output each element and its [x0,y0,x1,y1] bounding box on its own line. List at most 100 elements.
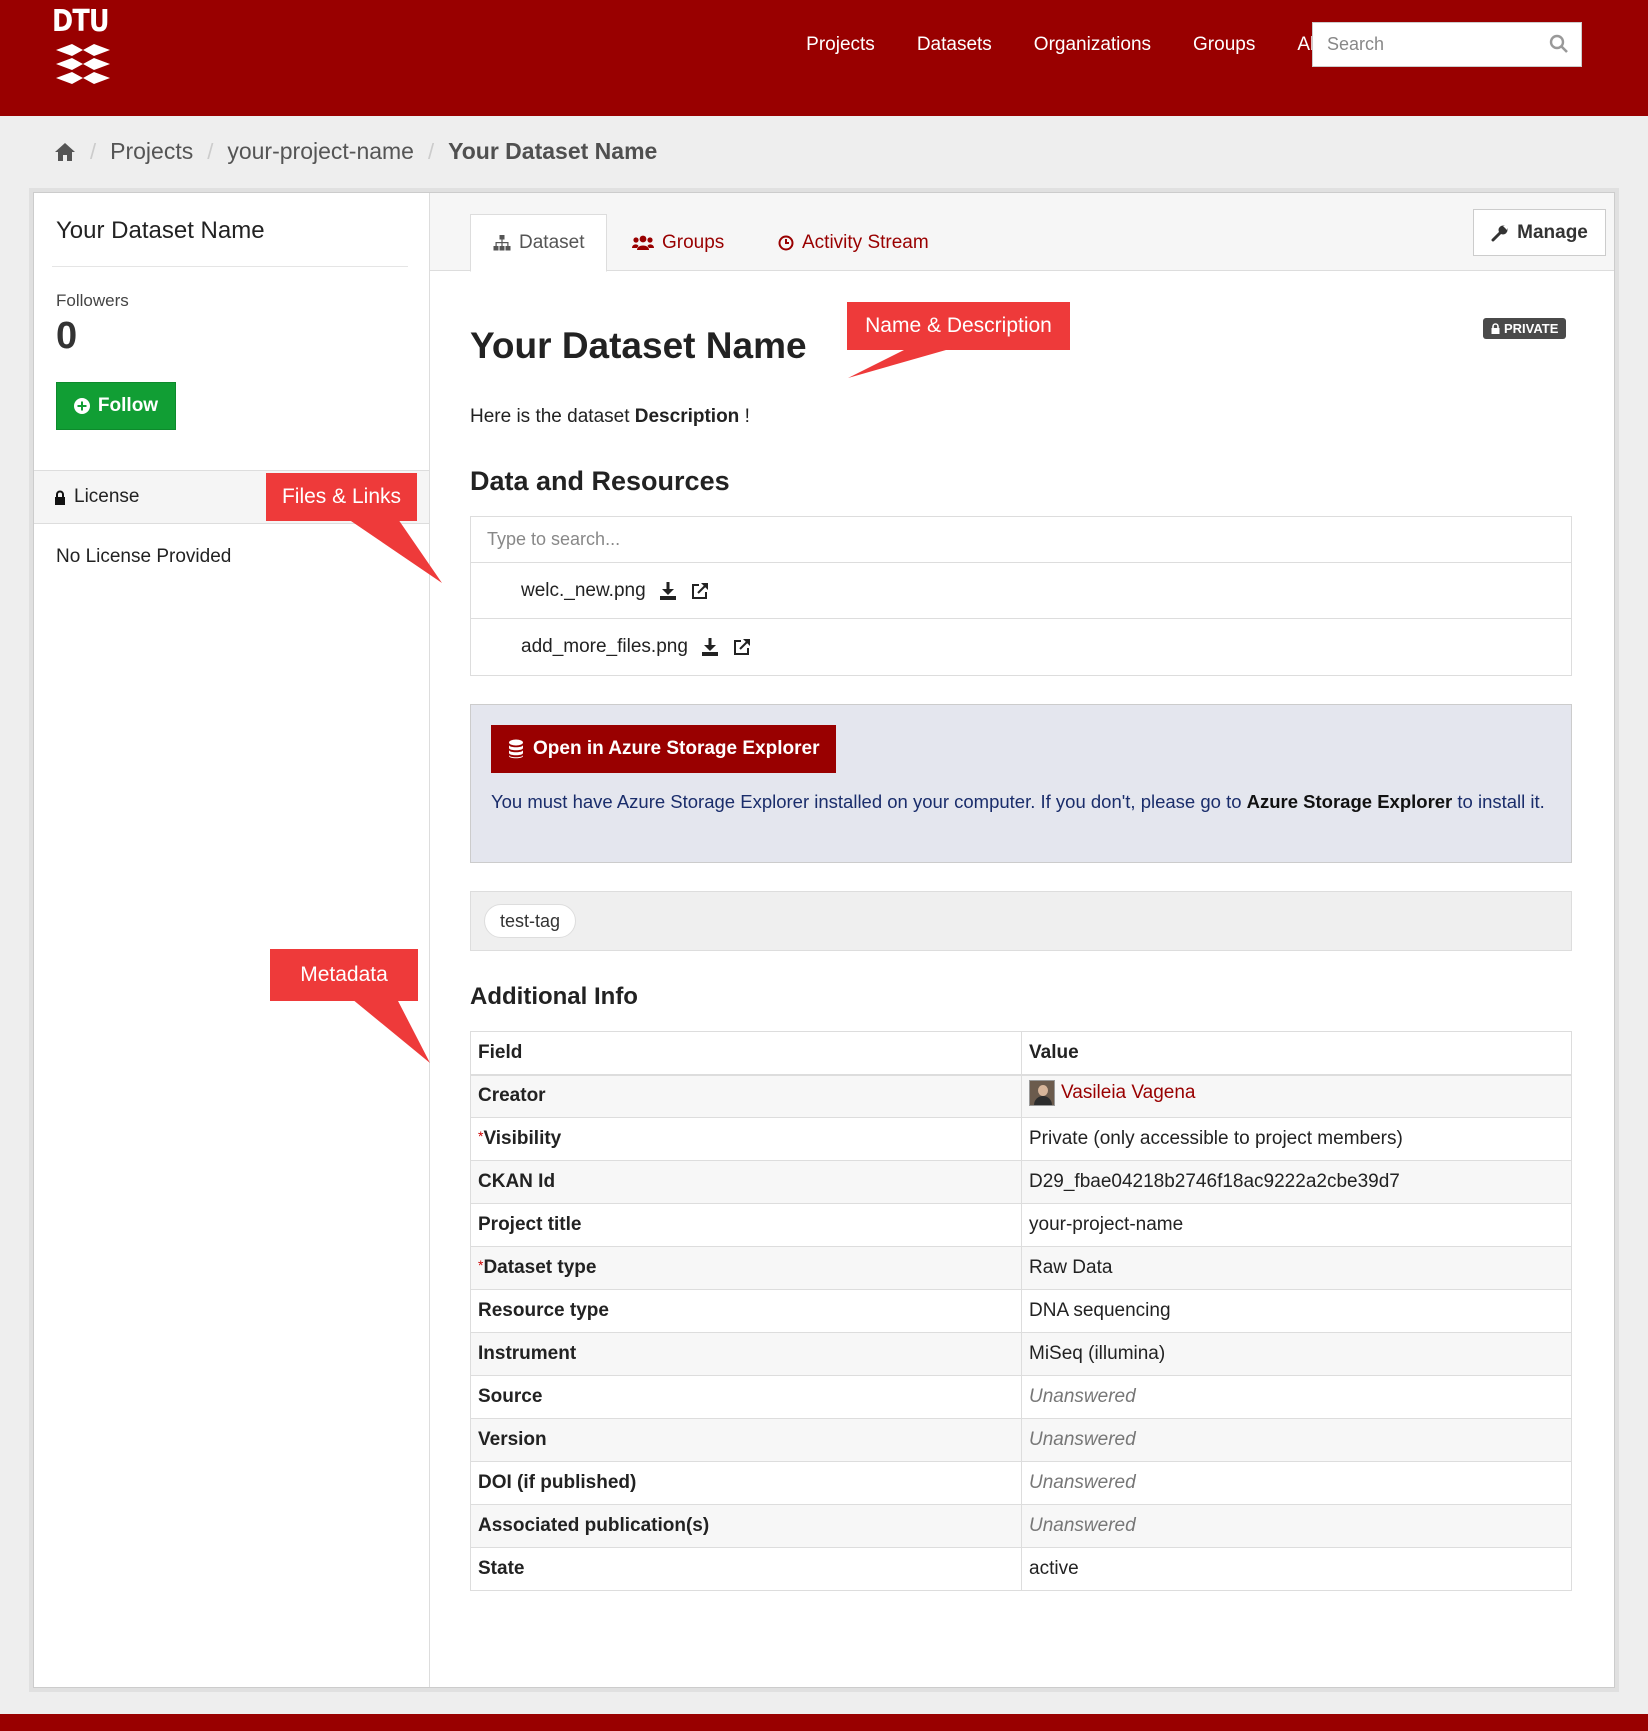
value-cell: D29_fbae04218b2746f18ac9222a2cbe39d7 [1021,1160,1572,1204]
breadcrumb-project[interactable]: your-project-name [227,138,414,165]
field-cell: *Visibility [470,1117,1022,1161]
content-wrapper: Your Dataset Name Followers 0 Follow Lic… [33,192,1615,1688]
field-cell: Associated publication(s) [470,1504,1022,1548]
value-cell: Private (only accessible to project memb… [1021,1117,1572,1161]
field-cell: Creator [470,1074,1022,1118]
azure-note: You must have Azure Storage Explorer ins… [491,788,1551,816]
callout-pointer [348,519,442,583]
nav-organizations[interactable]: Organizations [1013,30,1172,60]
description-bold: Description [634,406,740,427]
nav-projects[interactable]: Projects [785,30,896,60]
creator-link[interactable]: Vasileia Vagena [1029,1080,1196,1107]
lock-icon [55,490,65,505]
resource-name[interactable]: welc._new.png [521,580,646,602]
breadcrumb-separator: / [90,138,97,164]
field-cell: Instrument [470,1332,1022,1376]
table-row: Creator Vasileia Vagena [470,1074,1572,1118]
search-input[interactable] [1313,23,1581,66]
license-heading-label: License [74,486,140,507]
field-cell: Project title [470,1203,1022,1247]
description-suffix: ! [739,406,750,427]
sidebar-title: Your Dataset Name [56,217,265,244]
table-row: Associated publication(s) Unanswered [470,1504,1572,1548]
table-row: *Dataset type Raw Data [470,1246,1572,1290]
breadcrumb-separator: / [427,138,435,164]
followers-label: Followers [56,291,129,310]
plus-circle-icon [73,398,90,414]
tab-activity-label: Activity Stream [802,232,929,253]
main-nav: Projects Datasets Organizations Groups A… [785,30,1368,60]
value-cell: DNA sequencing [1021,1289,1572,1333]
external-link-icon[interactable] [732,637,752,657]
table-row: Source Unanswered [470,1375,1572,1419]
open-azure-button[interactable]: Open in Azure Storage Explorer [491,725,837,773]
dataset-description: Here is the dataset Description ! [470,406,750,428]
table-row: DOI (if published) Unanswered [470,1461,1572,1505]
sidebar: Your Dataset Name Followers 0 Follow Lic… [34,193,430,1687]
site-search [1312,22,1582,67]
additional-info-table: Field Value Creator Vasileia Vagena *Vis… [470,1031,1572,1591]
dataset-title: Your Dataset Name [470,325,807,366]
search-icon[interactable] [1549,34,1569,54]
tab-activity-stream[interactable]: Activity Stream [756,214,951,272]
resource-search-input[interactable] [487,529,1555,550]
nav-datasets[interactable]: Datasets [896,30,1013,60]
breadcrumb-projects[interactable]: Projects [110,138,193,165]
description-prefix: Here is the dataset [470,406,635,427]
sitemap-icon [493,235,511,251]
field-label: Visibility [483,1128,562,1149]
callout-pointer [848,348,953,378]
additional-info-heading: Additional Info [470,983,638,1010]
avatar [1029,1080,1055,1107]
column-header: Value [1021,1031,1572,1076]
table-row: Resource type DNA sequencing [470,1289,1572,1333]
download-icon[interactable] [658,581,678,601]
azure-note-suffix: to install it. [1452,791,1545,812]
creator-name: Vasileia Vagena [1061,1082,1196,1104]
breadcrumb: / Projects / your-project-name / Your Da… [54,138,657,165]
manage-button[interactable]: Manage [1473,209,1606,256]
field-cell: Resource type [470,1289,1022,1333]
azure-note-prefix: You must have Azure Storage Explorer ins… [491,791,1247,812]
database-icon [509,739,523,759]
value-cell: MiSeq (illumina) [1021,1332,1572,1376]
field-cell: Version [470,1418,1022,1462]
value-cell: Unanswered [1021,1461,1572,1505]
download-icon[interactable] [700,637,720,657]
field-cell: CKAN Id [470,1160,1022,1204]
tag[interactable]: test-tag [484,904,577,938]
breadcrumb-current[interactable]: Your Dataset Name [448,138,657,165]
divider [52,266,408,267]
tag-list: test-tag [470,891,1572,951]
azure-explorer-link[interactable]: Azure Storage Explorer [1247,791,1453,812]
follow-button[interactable]: Follow [56,382,176,430]
wrench-icon [1491,225,1508,241]
home-icon[interactable] [54,142,76,162]
table-row: Instrument MiSeq (illumina) [470,1332,1572,1376]
callout-name-description: Name & Description [847,302,1070,350]
table-row: *Visibility Private (only accessible to … [470,1117,1572,1161]
column-header: Field [470,1031,1022,1076]
field-cell: DOI (if published) [470,1461,1022,1505]
tab-dataset[interactable]: Dataset [470,214,608,272]
dtu-logo[interactable]: DTU [52,4,114,88]
tab-dataset-label: Dataset [519,232,585,253]
resource-name[interactable]: add_more_files.png [521,636,688,658]
breadcrumb-separator: / [207,138,214,164]
license-value: No License Provided [56,546,232,567]
resource-item: add_more_files.png [471,619,1571,675]
azure-panel: Open in Azure Storage Explorer You must … [470,704,1572,863]
field-cell: *Dataset type [470,1246,1022,1290]
private-badge-label: PRIVATE [1504,321,1559,336]
resources-heading: Data and Resources [470,466,730,496]
clock-icon [778,235,794,251]
resource-list: welc._new.png add_more_files.png [470,516,1572,676]
external-link-icon[interactable] [690,581,710,601]
main-content: Dataset Groups Activity Stream Manage Yo… [430,193,1614,1687]
users-icon [632,235,654,250]
nav-groups[interactable]: Groups [1172,30,1276,60]
tab-groups[interactable]: Groups [610,214,746,272]
value-cell: Vasileia Vagena [1021,1074,1572,1118]
value-cell: active [1021,1547,1572,1591]
value-cell: Raw Data [1021,1246,1572,1290]
